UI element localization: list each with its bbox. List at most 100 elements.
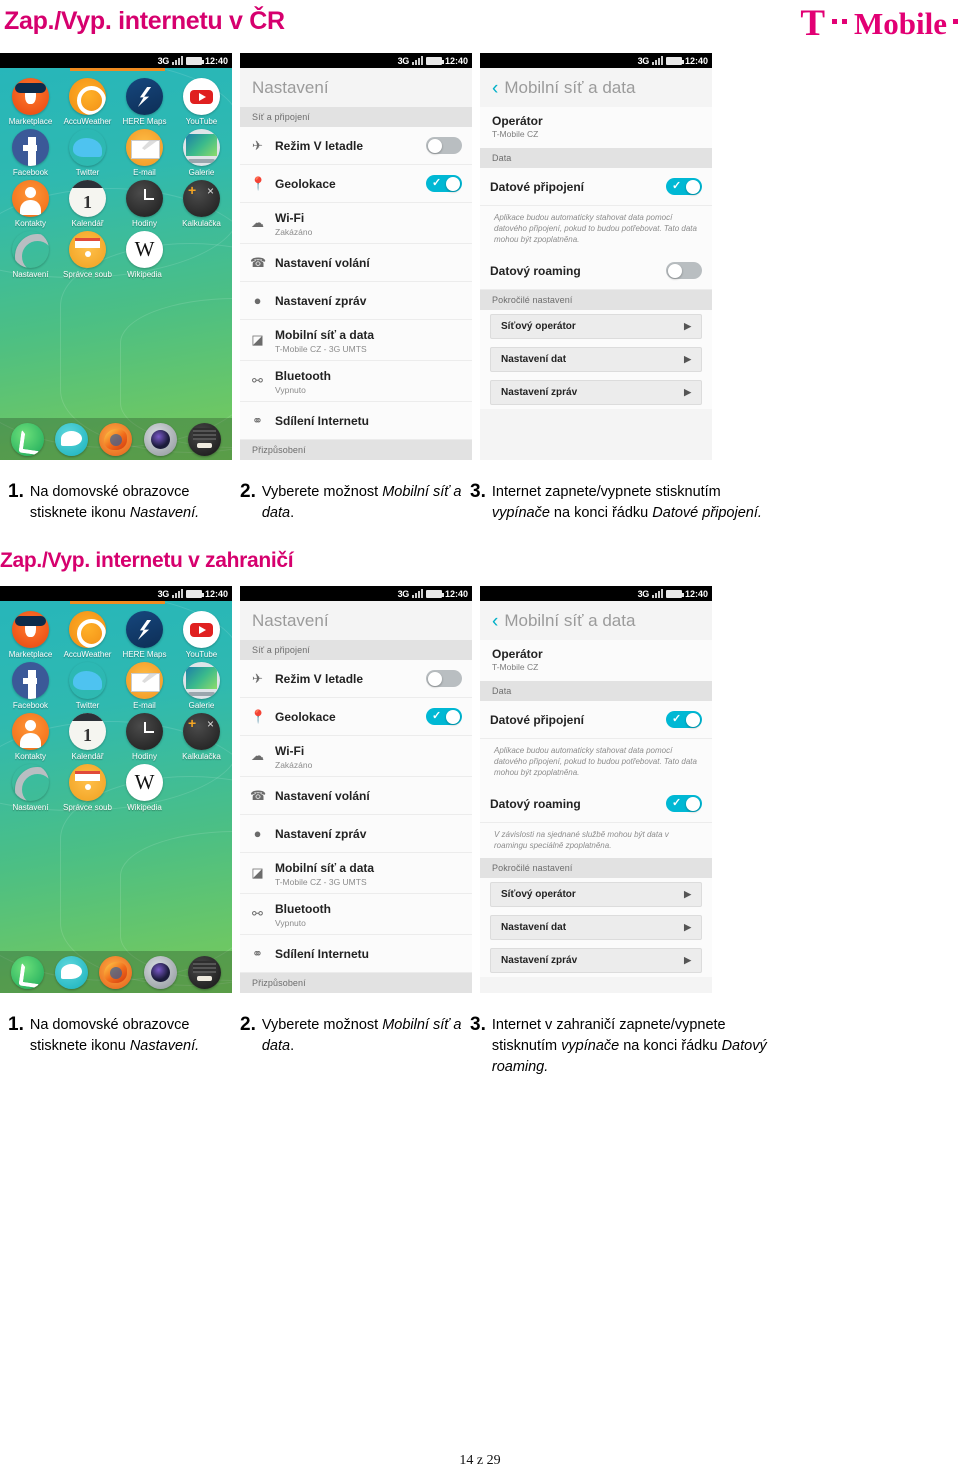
settings-row-airplane[interactable]: ✈ Režim V letadle xyxy=(240,127,472,165)
row-subtitle: Vypnuto xyxy=(275,384,306,395)
camera-icon[interactable] xyxy=(143,422,177,456)
app-kalendar[interactable]: Kalendář xyxy=(59,180,116,229)
advanced-buttons: Síťový operátor ▶ xyxy=(480,310,712,343)
app-youtube[interactable]: YouTube xyxy=(173,78,230,127)
app-here-maps[interactable]: HERE Maps xyxy=(116,611,173,660)
message-settings-button[interactable]: Nastavení zpráv ▶ xyxy=(490,948,702,973)
app-facebook[interactable]: Facebook xyxy=(2,662,59,711)
row-title: Bluetooth xyxy=(275,368,331,383)
logo-dots-left xyxy=(832,18,847,24)
settings-row-mobile-network[interactable]: ◪ Mobilní síť a data T-Mobile CZ - 3G UM… xyxy=(240,320,472,361)
app-nastaveni[interactable]: Nastavení xyxy=(2,764,59,813)
camera-icon[interactable] xyxy=(143,955,177,989)
app-kalkulacka[interactable]: Kalkulačka xyxy=(173,180,230,229)
app-wikipedia[interactable]: Wikipedia xyxy=(116,231,173,280)
button-label: Nastavení zpráv xyxy=(501,955,578,966)
airplane-toggle[interactable] xyxy=(426,670,462,687)
more-apps-icon[interactable] xyxy=(188,955,222,989)
data-settings-button[interactable]: Nastavení dat ▶ xyxy=(490,347,702,372)
data-connection-toggle[interactable] xyxy=(666,711,702,728)
step-text: Vyberete možnost Mobilní síť a data. xyxy=(261,1017,462,1054)
app-kalkulacka[interactable]: Kalkulačka xyxy=(173,713,230,762)
settings-row-mobile-network[interactable]: ◪ Mobilní síť a data T-Mobile CZ - 3G UM… xyxy=(240,853,472,894)
app-hodiny[interactable]: Hodiny xyxy=(116,713,173,762)
settings-row-wifi[interactable]: ☁ Wi-Fi Zakázáno xyxy=(240,736,472,777)
app-spravce-souboru[interactable]: Správce soub xyxy=(59,764,116,813)
app-kontakty[interactable]: Kontakty xyxy=(2,713,59,762)
settings-row-geolocation[interactable]: 📍 Geolokace xyxy=(240,698,472,736)
row-title: Bluetooth xyxy=(275,901,331,916)
row-data-roaming[interactable]: Datový roaming xyxy=(480,252,712,290)
data-roaming-toggle[interactable] xyxy=(666,262,702,279)
app-marketplace[interactable]: Marketplace xyxy=(2,78,59,127)
row-title: Geolokace xyxy=(275,176,336,191)
app-twitter[interactable]: Twitter xyxy=(59,129,116,178)
settings-row-message-settings[interactable]: ● Nastavení zpráv xyxy=(240,815,472,853)
messages-icon[interactable] xyxy=(55,422,89,456)
settings-row-bluetooth[interactable]: ⚯ Bluetooth Vypnuto xyxy=(240,894,472,935)
app-galerie[interactable]: Galerie xyxy=(173,662,230,711)
row-data-connection[interactable]: Datové připojení xyxy=(480,168,712,206)
settings-row-bluetooth[interactable]: ⚯ Bluetooth Vypnuto xyxy=(240,361,472,402)
app-email[interactable]: E-mail xyxy=(116,662,173,711)
row-title: Wi-Fi xyxy=(275,743,305,758)
step-text: Vyberete možnost Mobilní síť a data. xyxy=(261,484,462,521)
row-title: Geolokace xyxy=(275,709,336,724)
section-2-title: Zap./Vyp. internetu v zahraničí xyxy=(0,549,294,572)
row-data-connection[interactable]: Datové připojení xyxy=(480,701,712,739)
app-kalendar[interactable]: Kalendář xyxy=(59,713,116,762)
settings-row-internet-sharing[interactable]: ⚭ Sdílení Internetu xyxy=(240,935,472,973)
network-operator-button[interactable]: Síťový operátor ▶ xyxy=(490,314,702,339)
chevron-left-icon[interactable]: ‹ xyxy=(492,612,498,631)
settings-row-geolocation[interactable]: 📍 Geolokace xyxy=(240,165,472,203)
settings-row-wifi[interactable]: ☁ Wi-Fi Zakázáno xyxy=(240,203,472,244)
phone-settings-screen-1: 3G 12:40 Nastavení Síť a připojení ✈ Rež… xyxy=(240,53,472,460)
firefox-icon[interactable] xyxy=(99,422,133,456)
app-nastaveni[interactable]: Nastavení xyxy=(2,231,59,280)
settings-row-internet-sharing[interactable]: ⚭ Sdílení Internetu xyxy=(240,402,472,440)
app-email[interactable]: E-mail xyxy=(116,129,173,178)
network-title-bar[interactable]: ‹ Mobilní síť a data xyxy=(480,601,712,640)
app-accuweather[interactable]: AccuWeather xyxy=(59,78,116,127)
message-settings-button[interactable]: Nastavení zpráv ▶ xyxy=(490,380,702,405)
app-galerie[interactable]: Galerie xyxy=(173,129,230,178)
app-label: HERE Maps xyxy=(122,117,167,126)
app-label: AccuWeather xyxy=(63,650,112,659)
row-title: Datové připojení xyxy=(490,712,585,727)
app-twitter[interactable]: Twitter xyxy=(59,662,116,711)
data-roaming-toggle[interactable] xyxy=(666,795,702,812)
app-accuweather[interactable]: AccuWeather xyxy=(59,611,116,660)
galerie-icon xyxy=(183,129,220,166)
app-hodiny[interactable]: Hodiny xyxy=(116,180,173,229)
wifi-icon: ☁ xyxy=(251,215,264,230)
settings-title: Nastavení xyxy=(240,68,472,107)
advanced-section-header: Pokročilé nastavení xyxy=(480,858,712,878)
network-operator-button[interactable]: Síťový operátor ▶ xyxy=(490,882,702,907)
app-wikipedia[interactable]: Wikipedia xyxy=(116,764,173,813)
list-filler xyxy=(480,409,712,460)
settings-row-message-settings[interactable]: ● Nastavení zpráv xyxy=(240,282,472,320)
geolocation-toggle[interactable] xyxy=(426,708,462,725)
app-facebook[interactable]: Facebook xyxy=(2,129,59,178)
app-kontakty[interactable]: Kontakty xyxy=(2,180,59,229)
app-here-maps[interactable]: HERE Maps xyxy=(116,78,173,127)
settings-row-call-settings[interactable]: ☎ Nastavení volání xyxy=(240,777,472,815)
data-connection-toggle[interactable] xyxy=(666,178,702,195)
phone-icon[interactable] xyxy=(10,422,44,456)
messages-icon[interactable] xyxy=(55,955,89,989)
phone-icon[interactable] xyxy=(10,955,44,989)
app-spravce-souboru[interactable]: Správce soub xyxy=(59,231,116,280)
geolocation-toggle[interactable] xyxy=(426,175,462,192)
chevron-left-icon[interactable]: ‹ xyxy=(492,79,498,98)
settings-row-call-settings[interactable]: ☎ Nastavení volání xyxy=(240,244,472,282)
firefox-icon[interactable] xyxy=(99,955,133,989)
app-marketplace[interactable]: Marketplace xyxy=(2,611,59,660)
row-data-roaming[interactable]: Datový roaming xyxy=(480,785,712,823)
data-settings-button[interactable]: Nastavení dat ▶ xyxy=(490,915,702,940)
settings-row-airplane[interactable]: ✈ Režim V letadle xyxy=(240,660,472,698)
row-subtitle: Zakázáno xyxy=(275,759,313,770)
airplane-toggle[interactable] xyxy=(426,137,462,154)
app-youtube[interactable]: YouTube xyxy=(173,611,230,660)
network-title-bar[interactable]: ‹ Mobilní síť a data xyxy=(480,68,712,107)
more-apps-icon[interactable] xyxy=(188,422,222,456)
